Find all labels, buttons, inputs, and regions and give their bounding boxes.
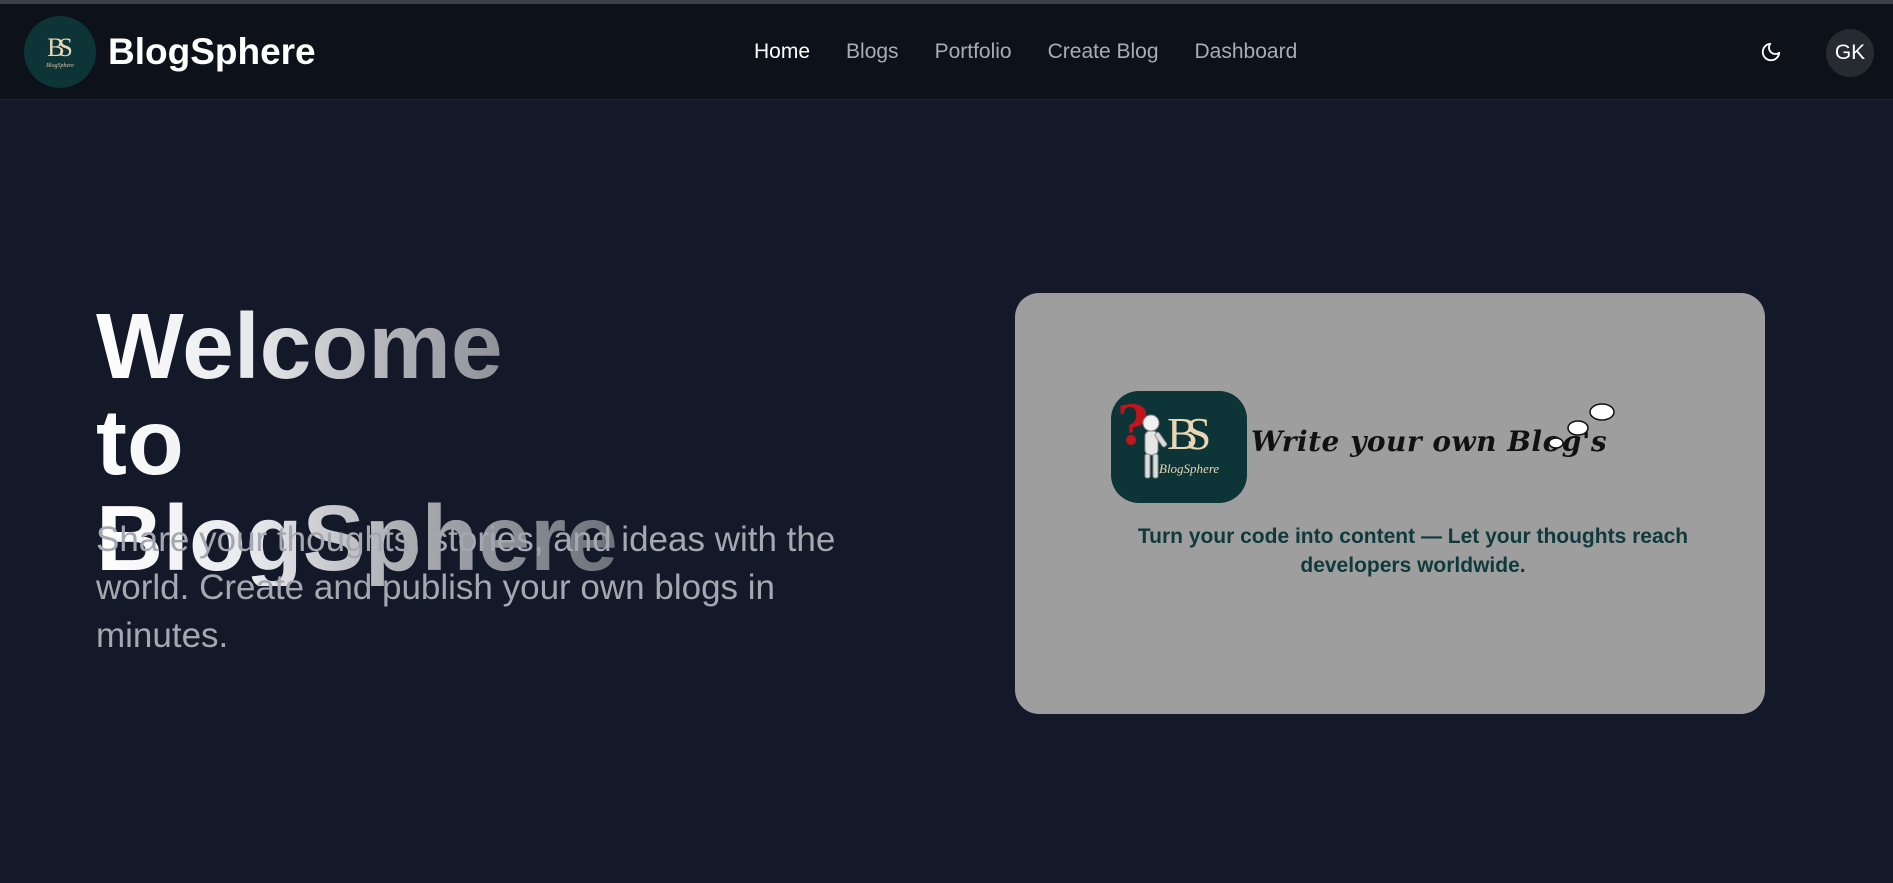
brand-logo-monogram: BS: [47, 33, 73, 62]
brand-logo-wordmark: BlogSphere: [46, 63, 74, 69]
brand-logo: BS BlogSphere: [24, 16, 96, 88]
brand-link[interactable]: BS BlogSphere BlogSphere: [24, 16, 316, 88]
banner-logo: ? BS BlogSphere: [1111, 391, 1247, 503]
nav-link-blogs[interactable]: Blogs: [846, 40, 899, 64]
hero-banner-card: ? BS BlogSphere Write your own Blog's Tu…: [1015, 293, 1765, 714]
user-avatar[interactable]: GK: [1826, 29, 1874, 77]
nav-link-create-blog[interactable]: Create Blog: [1048, 40, 1159, 64]
hero-subtitle: Share your thoughts, stories, and ideas …: [96, 520, 836, 655]
main-nav: Home Blogs Portfolio Create Blog Dashboa…: [754, 4, 1297, 100]
hero-title-line-1: Welcome to: [96, 294, 503, 494]
nav-link-portfolio[interactable]: Portfolio: [935, 40, 1012, 64]
thought-bubbles-icon: [1548, 403, 1615, 449]
nav-link-dashboard[interactable]: Dashboard: [1195, 40, 1298, 64]
brand-name: BlogSphere: [108, 31, 316, 72]
theme-toggle-button[interactable]: [1755, 36, 1787, 68]
navbar: BS BlogSphere BlogSphere Home Blogs Port…: [0, 4, 1893, 100]
banner-logo-wordmark: BlogSphere: [1159, 461, 1220, 476]
nav-link-home[interactable]: Home: [754, 40, 810, 64]
moon-icon: [1761, 42, 1781, 62]
banner-caption: Turn your code into content — Let your t…: [1137, 525, 1689, 577]
banner-logo-monogram: BS: [1167, 408, 1211, 459]
